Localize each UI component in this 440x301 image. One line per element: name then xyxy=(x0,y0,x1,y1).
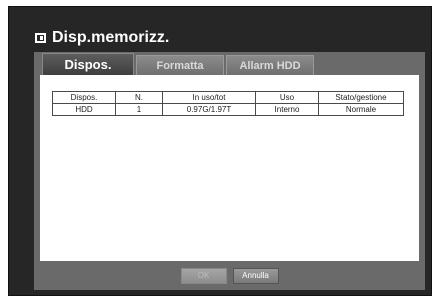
tab-bar: Dispos. Formatta Allarm HDD xyxy=(34,52,425,75)
cell-device: HDD xyxy=(52,103,116,116)
button-bar: OK Annulla xyxy=(34,261,425,290)
title-bar: Disp.memorizz. xyxy=(35,25,169,51)
col-header-device: Dispos. xyxy=(52,91,116,104)
cell-usage: Interno xyxy=(255,103,319,116)
storage-icon xyxy=(35,33,46,43)
cell-status: Normale xyxy=(318,103,404,116)
device-table: Dispos. N. In uso/tot Uso Stato/gestione… xyxy=(52,91,404,116)
dialog-window: Disp.memorizz. Dispos. Formatta Allarm H… xyxy=(8,6,432,296)
table-row[interactable]: HDD 1 0.97G/1.97T Interno Normale xyxy=(52,103,404,116)
cancel-button[interactable]: Annulla xyxy=(232,267,279,284)
tab-formatta[interactable]: Formatta xyxy=(136,55,224,75)
main-panel: Dispos. Formatta Allarm HDD Dispos. N. I… xyxy=(34,52,425,290)
table-header-row: Dispos. N. In uso/tot Uso Stato/gestione xyxy=(52,91,404,104)
cell-number: 1 xyxy=(115,103,163,116)
tab-allarm-hdd[interactable]: Allarm HDD xyxy=(226,55,314,75)
cell-usage-total: 0.97G/1.97T xyxy=(162,103,256,116)
col-header-number: N. xyxy=(115,91,163,104)
col-header-status: Stato/gestione xyxy=(318,91,404,104)
col-header-usage-total: In uso/tot xyxy=(162,91,256,104)
tab-dispos[interactable]: Dispos. xyxy=(42,53,134,75)
ok-button[interactable]: OK xyxy=(180,267,227,284)
col-header-usage: Uso xyxy=(255,91,319,104)
dialog-title: Disp.memorizz. xyxy=(52,29,170,46)
tab-content: Dispos. N. In uso/tot Uso Stato/gestione… xyxy=(40,75,419,261)
